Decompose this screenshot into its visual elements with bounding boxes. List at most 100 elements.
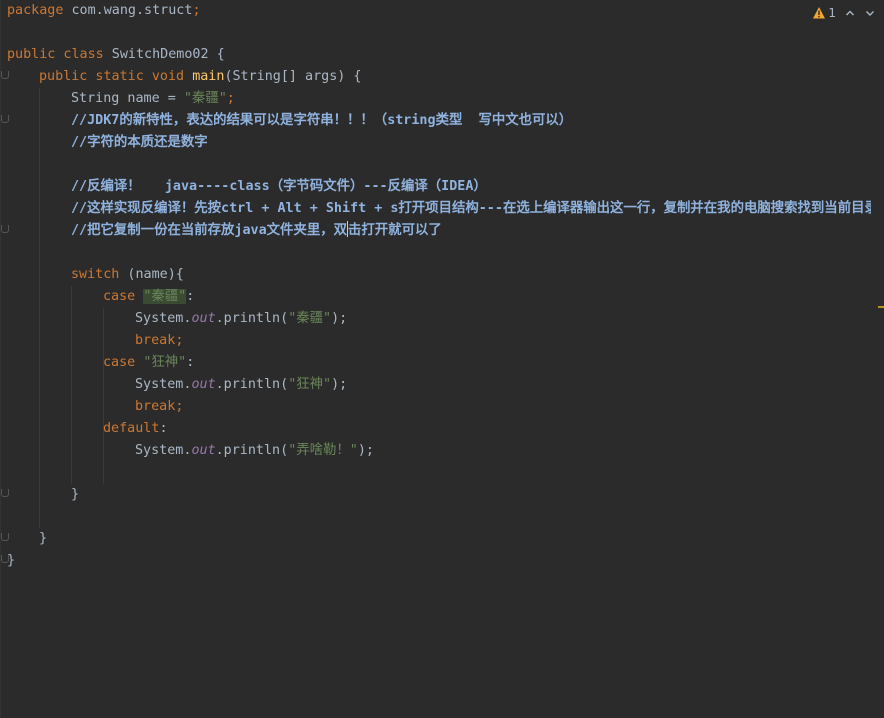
comment-text: //反编译！: [71, 179, 165, 194]
comment-text: //字符的本质还是数字: [71, 135, 208, 150]
fold-marker-icon[interactable]: [1, 115, 9, 123]
warning-count: 1: [828, 6, 836, 20]
class-ref: System.: [135, 443, 192, 458]
code-line-println[interactable]: System.out.println("狂神");: [135, 374, 884, 396]
comment-text: ctrl + Alt + Shift + s: [221, 201, 399, 216]
comment-text: ---: [478, 201, 503, 216]
method-name: main: [192, 69, 225, 84]
method-call: .println(: [215, 311, 289, 326]
code-line-close-brace[interactable]: }: [7, 550, 877, 572]
chevron-down-icon[interactable]: [864, 7, 876, 19]
method-call: .println(: [215, 443, 289, 458]
code-editor[interactable]: package com.wang.struct; public class Sw…: [0, 0, 884, 718]
comment-text: java----class: [164, 179, 270, 194]
string-literal: "狂神": [143, 355, 187, 370]
keyword: break: [135, 333, 176, 348]
code-line-comment[interactable]: //JDK7的新特性，表达的结果可以是字符串！！！（string类型 写中文也可…: [71, 110, 884, 132]
comment-text: ---: [363, 179, 388, 194]
brace: }: [39, 531, 48, 546]
field-ref: out: [191, 443, 216, 458]
class-ref: System.: [135, 311, 192, 326]
code-line-case[interactable]: case "秦疆":: [103, 286, 884, 308]
fold-marker-icon[interactable]: [1, 71, 9, 79]
indent-guide: [71, 286, 72, 484]
keyword: switch: [71, 267, 120, 282]
string-literal: "弄啥勒！": [288, 443, 358, 458]
comment-text: 文件夹里，双: [266, 223, 348, 238]
method-params: (String[] args) {: [224, 69, 362, 84]
comment-text: 反编译（: [387, 179, 442, 194]
code-line-variable[interactable]: String name = "秦疆";: [71, 88, 884, 110]
editor-gutter: [0, 0, 1, 718]
string-literal: "秦疆": [183, 91, 227, 106]
comment-text: //: [71, 113, 88, 128]
colon: :: [186, 289, 195, 304]
comment-text: //这样实现反编译！先按: [71, 201, 222, 216]
call-close: );: [357, 443, 374, 458]
keyword: public class: [7, 47, 104, 62]
comment-text: IDEA: [441, 179, 474, 194]
semicolon: ;: [226, 91, 235, 106]
keyword: package: [7, 3, 64, 18]
inspection-widget[interactable]: 1: [812, 4, 876, 22]
comment-text: string: [387, 113, 436, 128]
package-name: com.wang.struct: [63, 3, 193, 18]
keyword: case: [103, 289, 136, 304]
chevron-up-icon[interactable]: [844, 7, 856, 19]
code-line-comment[interactable]: //把它复制一份在当前存放java文件夹里，双击打开就可以了: [71, 220, 884, 242]
code-line-break[interactable]: break;: [135, 330, 884, 352]
fold-marker-icon[interactable]: [1, 533, 9, 541]
string-literal: "秦疆": [288, 311, 332, 326]
code-line-break[interactable]: break;: [135, 396, 884, 418]
semicolon: ;: [192, 3, 201, 18]
colon: :: [159, 421, 168, 436]
indent-guide: [103, 308, 104, 484]
code-line-main-decl[interactable]: public static void main(String[] args) {: [39, 66, 884, 88]
call-close: );: [331, 311, 348, 326]
declaration: String name =: [71, 91, 184, 106]
keyword: case: [103, 355, 136, 370]
code-line-package[interactable]: package com.wang.struct;: [7, 0, 877, 22]
warning-icon: [813, 7, 826, 19]
string-literal-highlighted: "秦疆": [143, 289, 187, 304]
keyword: public static void: [39, 69, 185, 84]
code-line-comment[interactable]: //字符的本质还是数字: [71, 132, 884, 154]
keyword: break: [135, 399, 176, 414]
method-call: .println(: [215, 377, 289, 392]
keyword: default: [103, 421, 160, 436]
string-literal: "狂神": [288, 377, 332, 392]
code-line-println[interactable]: System.out.println("秦疆");: [135, 308, 884, 330]
field-ref: out: [191, 311, 216, 326]
field-ref: out: [191, 377, 216, 392]
comment-text: （字节码文件）: [269, 179, 364, 194]
indent-guide: [39, 88, 40, 528]
code-line-switch[interactable]: switch (name){: [71, 264, 884, 286]
colon: :: [186, 355, 195, 370]
comment-text: 在选上编译器输出这一行，复制并在我的电脑搜索找到当前目录: [502, 201, 871, 216]
semicolon: ;: [175, 399, 184, 414]
code-line-comment[interactable]: //反编译！ java----class（字节码文件）---反编译（IDEA）: [71, 176, 884, 198]
comment-text: 的新特性，表达的结果可以是字符串！！！（: [119, 113, 388, 128]
brace: }: [71, 487, 80, 502]
fold-marker-icon[interactable]: [1, 225, 9, 233]
comment-text: 击打开就可以了: [348, 223, 442, 238]
class-name: SwitchDemo02 {: [103, 47, 225, 62]
code-line-class-decl[interactable]: public class SwitchDemo02 {: [7, 44, 877, 66]
comment-text: 打开项目结构: [398, 201, 479, 216]
comment-text: 类型 写中文也可以）: [435, 113, 573, 128]
comment-text: java: [234, 223, 267, 238]
code-line-close-brace[interactable]: }: [71, 484, 884, 506]
scrollbar-warning-marker[interactable]: [878, 306, 884, 308]
code-line-println[interactable]: System.out.println("弄啥勒！");: [135, 440, 884, 462]
comment-text: //把它复制一份在当前存放: [71, 223, 235, 238]
fold-marker-icon[interactable]: [1, 489, 9, 497]
code-line-default[interactable]: default:: [103, 418, 884, 440]
code-line-close-brace[interactable]: }: [39, 528, 884, 550]
comment-text: ）: [473, 179, 487, 194]
call-close: );: [331, 377, 348, 392]
code-line-comment[interactable]: //这样实现反编译！先按ctrl + Alt + Shift + s打开项目结构…: [71, 198, 871, 220]
code-line-case[interactable]: case "狂神":: [103, 352, 884, 374]
warning-indicator[interactable]: 1: [812, 6, 836, 20]
comment-text: JDK7: [87, 113, 120, 128]
switch-expr: (name){: [119, 267, 184, 282]
